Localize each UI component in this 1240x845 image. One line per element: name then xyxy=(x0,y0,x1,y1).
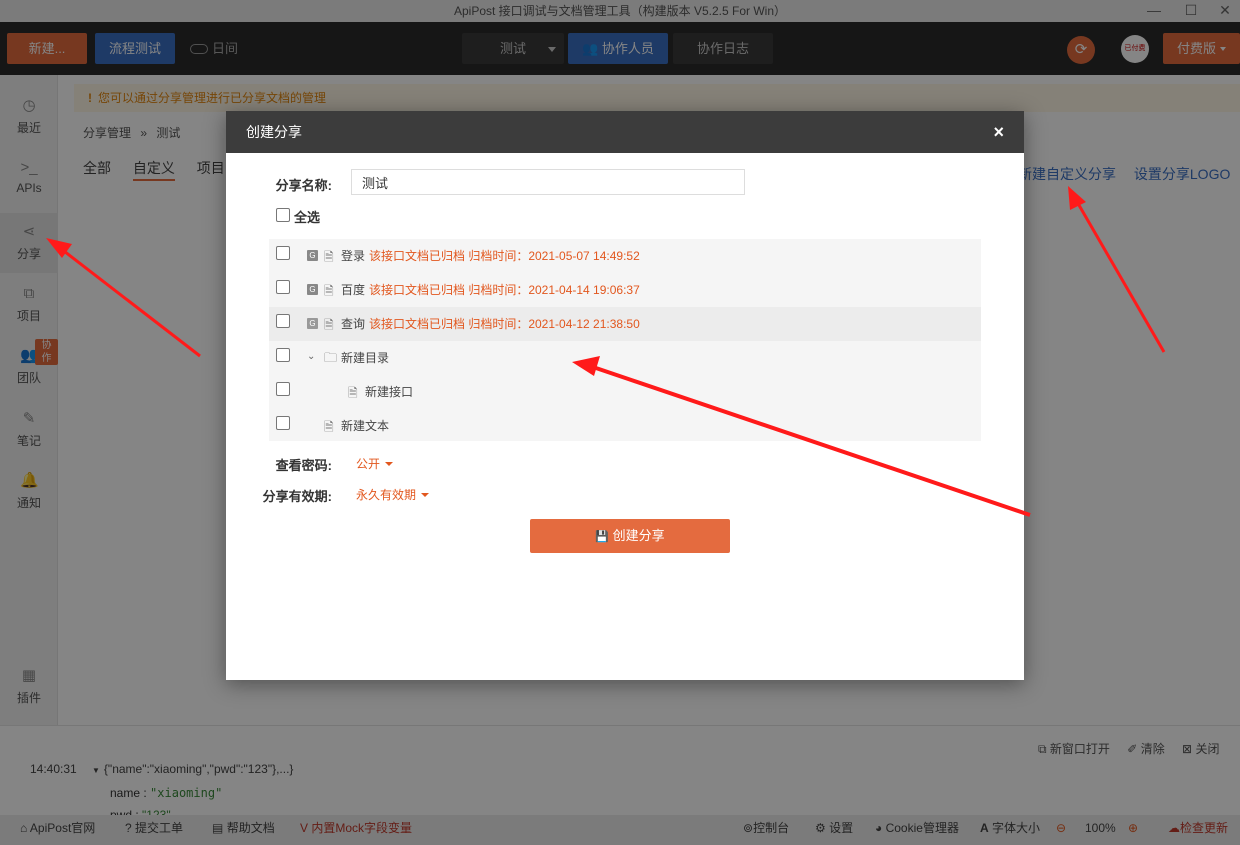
annotation-arrows xyxy=(46,186,1166,517)
arrow-to-item-list xyxy=(572,356,1031,517)
arrow-to-share-sidebar xyxy=(46,238,201,358)
arrow-to-custom-share xyxy=(1068,186,1166,353)
